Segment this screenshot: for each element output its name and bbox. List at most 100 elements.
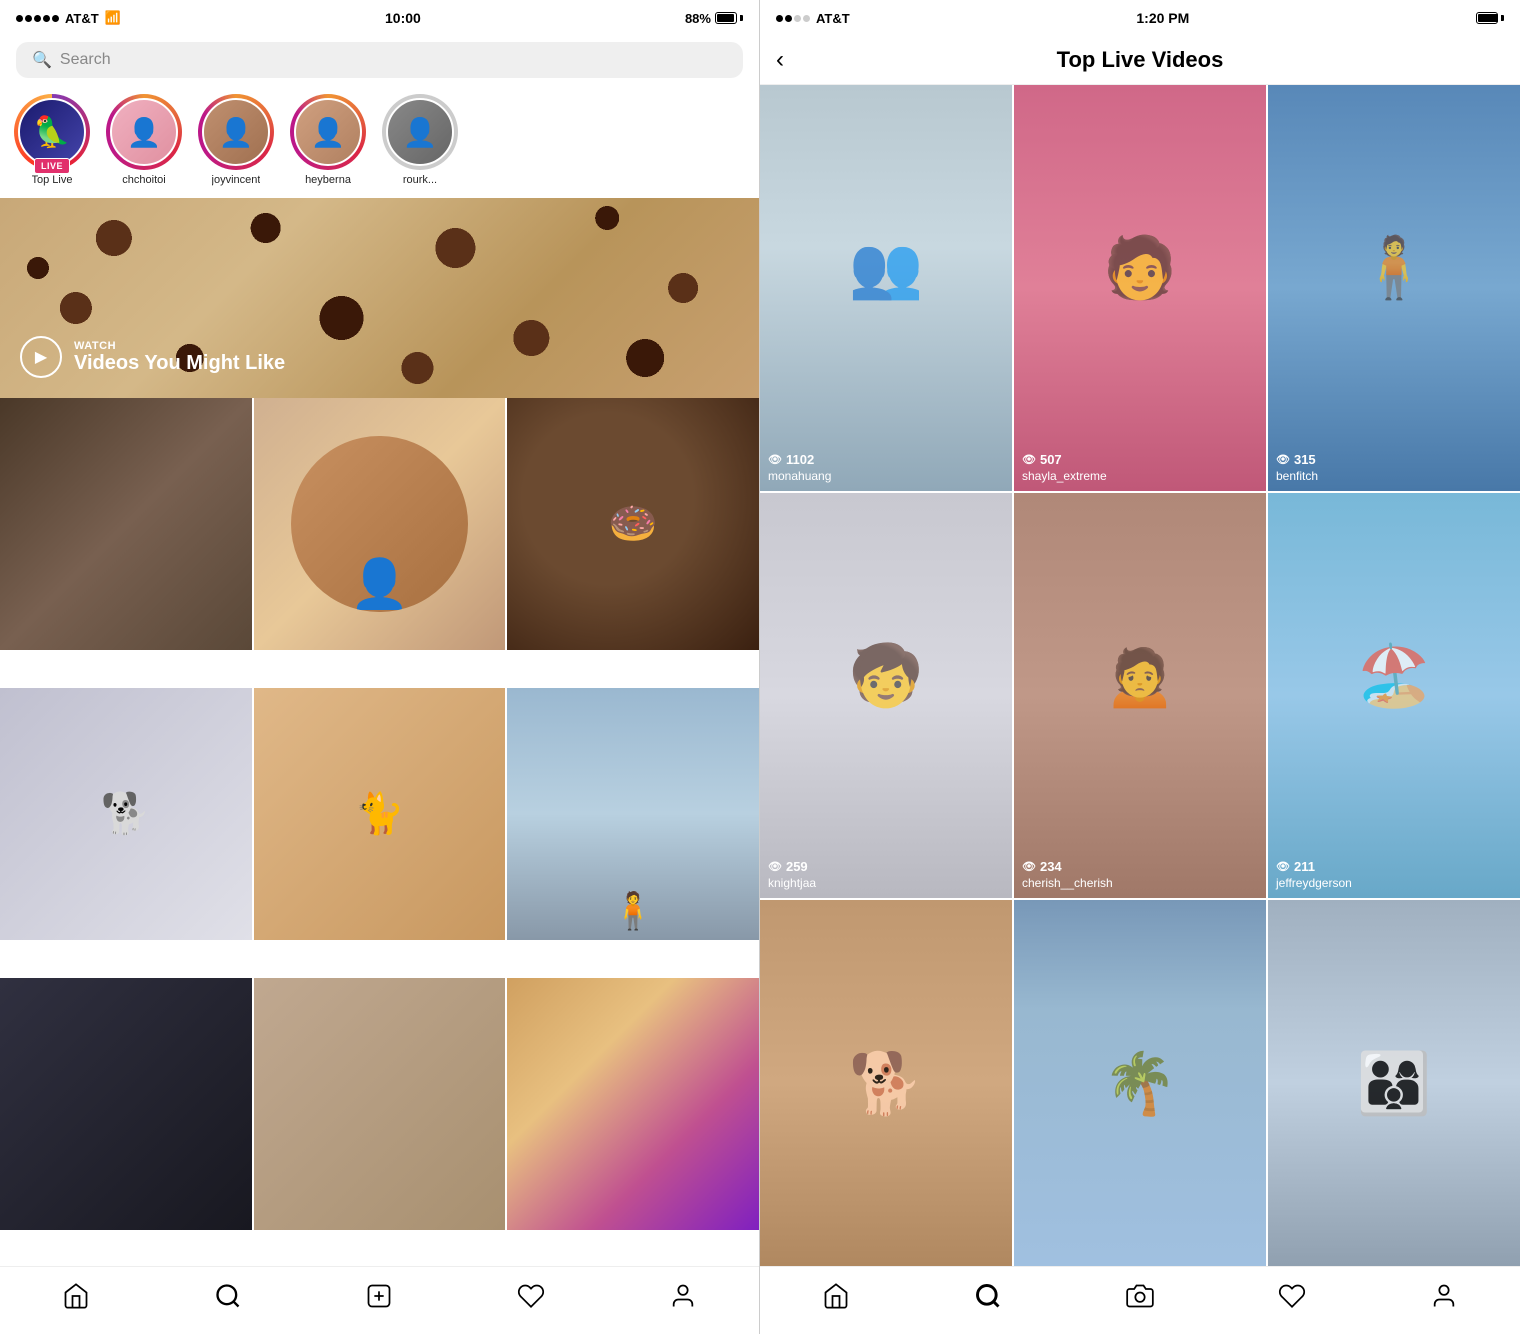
story-avatar-joyvincent: 👤 [202, 98, 270, 166]
live-cell-group[interactable]: 👨‍👩‍👦 [1268, 900, 1520, 1266]
live-cell-inner-2: 🧑 👁 507 shayla_extreme [1014, 85, 1266, 491]
right-nav-home[interactable] [822, 1282, 850, 1310]
viewer-count-benfitch: 👁 315 [1276, 452, 1516, 467]
live-cell-shayla[interactable]: 🧑 👁 507 shayla_extreme [1014, 85, 1266, 491]
live-cell-info-3: 👁 315 benfitch [1276, 452, 1516, 483]
right-header: ‹ Top Live Videos [760, 36, 1520, 85]
grid-cell-1[interactable] [0, 398, 252, 650]
search-bar[interactable]: 🔍 Search [16, 42, 743, 78]
story-avatar-rourk: 👤 [386, 98, 454, 166]
viewers-1: 1102 [786, 452, 814, 467]
username-knightjaa: knightjaa [768, 876, 1008, 890]
eye-icon-4: 👁 [768, 860, 782, 873]
signal-dot-2 [25, 15, 32, 22]
eye-icon-6: 👁 [1276, 860, 1290, 873]
grid-cell-2[interactable]: 👤 [254, 398, 506, 650]
live-cell-inner-5: 🙍 👁 234 cherish__cherish [1014, 493, 1266, 899]
grid-cell-3[interactable]: 🍩 [507, 398, 759, 650]
live-cell-cherish[interactable]: 🙍 👁 234 cherish__cherish [1014, 493, 1266, 899]
viewer-count-knightjaa: 👁 259 [768, 859, 1008, 874]
story-name-chchoitoi: chchoitoi [122, 174, 165, 186]
right-nav-heart[interactable] [1278, 1282, 1306, 1310]
signal-dot-3 [34, 15, 41, 22]
viewers-6: 211 [1294, 859, 1315, 874]
left-status-bar: AT&T 📶 10:00 88% [0, 0, 759, 36]
nav-heart[interactable] [517, 1282, 545, 1310]
live-cell-inner-3: 🧍 👁 315 benfitch [1268, 85, 1520, 491]
live-cell-benfitch[interactable]: 🧍 👁 315 benfitch [1268, 85, 1520, 491]
live-cell-inner-4: 🧒 👁 259 knightjaa [760, 493, 1012, 899]
watch-title: Videos You Might Like [74, 352, 285, 375]
right-carrier: AT&T [816, 11, 850, 26]
r-dot-4 [803, 15, 810, 22]
live-cell-monahuang[interactable]: 👥 👁 1102 monahuang [760, 85, 1012, 491]
live-cell-jeffreydgerson[interactable]: 🏖️ 👁 211 jeffreydgerson [1268, 493, 1520, 899]
search-placeholder: Search [60, 51, 111, 69]
story-avatar-chchoitoi: 👤 [110, 98, 178, 166]
username-shayla: shayla_extreme [1022, 469, 1262, 483]
nav-profile[interactable] [669, 1282, 697, 1310]
story-avatar-top-live: 🦜 [18, 98, 86, 166]
battery-fill [717, 14, 734, 22]
live-cell-knightjaa[interactable]: 🧒 👁 259 knightjaa [760, 493, 1012, 899]
signal-dot-4 [43, 15, 50, 22]
live-cell-inner-1: 👥 👁 1102 monahuang [760, 85, 1012, 491]
right-battery-body [1476, 12, 1498, 24]
live-cell-dog[interactable]: 🐕 [760, 900, 1012, 1266]
story-name-rourk: rourk... [403, 174, 437, 186]
story-ring-heyberna: 👤 [290, 94, 366, 170]
viewer-count-shayla: 👁 507 [1022, 452, 1262, 467]
story-item-rourk[interactable]: 👤 rourk... [380, 94, 460, 186]
left-carrier: AT&T [65, 11, 99, 26]
story-name-joyvincent: joyvincent [212, 174, 261, 186]
username-jeffreydgerson: jeffreydgerson [1276, 876, 1516, 890]
story-name-heyberna: heyberna [305, 174, 351, 186]
watch-text: WATCH Videos You Might Like [74, 340, 285, 375]
r-dot-2 [785, 15, 792, 22]
nav-add[interactable] [365, 1282, 393, 1310]
live-cell-info-4: 👁 259 knightjaa [768, 859, 1008, 890]
battery-icon [715, 12, 743, 24]
grid-cell-8[interactable] [254, 978, 506, 1230]
story-item-chchoitoi[interactable]: 👤 chchoitoi [104, 94, 184, 186]
search-bar-wrapper: 🔍 Search [0, 36, 759, 86]
live-cell-palm[interactable]: 🌴 [1014, 900, 1266, 1266]
right-nav-camera[interactable] [1126, 1282, 1154, 1310]
story-item-joyvincent[interactable]: 👤 joyvincent [196, 94, 276, 186]
left-bottom-nav [0, 1266, 759, 1334]
story-item-heyberna[interactable]: 👤 heyberna [288, 94, 368, 186]
story-avatar-heyberna: 👤 [294, 98, 362, 166]
featured-banner[interactable]: ▶ WATCH Videos You Might Like [0, 198, 759, 398]
username-monahuang: monahuang [768, 469, 1008, 483]
battery-body [715, 12, 737, 24]
grid-cell-6[interactable]: 🧍 [507, 688, 759, 940]
story-item-top-live[interactable]: 🦜 LIVE Top Live [12, 94, 92, 186]
grid-cell-7[interactable] [0, 978, 252, 1230]
right-nav-profile[interactable] [1430, 1282, 1458, 1310]
left-battery: 88% [685, 11, 743, 26]
right-battery-fill [1478, 14, 1498, 22]
live-cell-info-1: 👁 1102 monahuang [768, 452, 1008, 483]
back-button[interactable]: ‹ [776, 46, 784, 74]
right-battery-icon [1476, 12, 1504, 24]
nav-home[interactable] [62, 1282, 90, 1310]
story-ring-rourk: 👤 [382, 94, 458, 170]
grid-cell-5[interactable]: 🐈 [254, 688, 506, 940]
eye-icon-1: 👁 [768, 453, 782, 466]
grid-cell-4[interactable]: 🐕 [0, 688, 252, 940]
viewers-3: 315 [1294, 452, 1316, 467]
play-button[interactable]: ▶ [20, 336, 62, 378]
signal-dot-1 [16, 15, 23, 22]
right-panel: AT&T 1:20 PM ‹ Top Live Videos 👥 [760, 0, 1520, 1334]
viewers-5: 234 [1040, 859, 1062, 874]
right-bottom-nav [760, 1266, 1520, 1334]
eye-icon-3: 👁 [1276, 453, 1290, 466]
nav-search[interactable] [214, 1282, 242, 1310]
grid-cell-9[interactable] [507, 978, 759, 1230]
right-nav-search[interactable] [974, 1282, 1002, 1310]
live-cell-info-2: 👁 507 shayla_extreme [1022, 452, 1262, 483]
signal-dot-5 [52, 15, 59, 22]
viewers-2: 507 [1040, 452, 1062, 467]
page-title: Top Live Videos [800, 47, 1504, 73]
live-cell-info-5: 👁 234 cherish__cherish [1022, 859, 1262, 890]
